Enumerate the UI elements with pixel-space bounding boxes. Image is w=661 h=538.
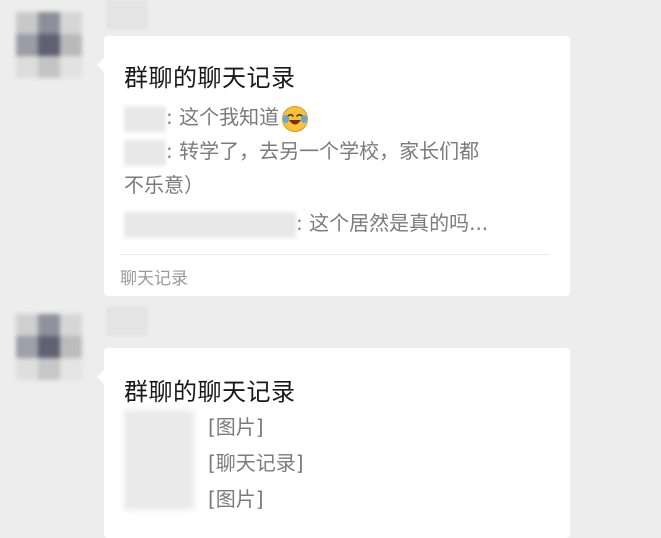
blurred-sender-name xyxy=(106,0,148,30)
blurred-avatar[interactable] xyxy=(16,314,82,380)
laughing-crying-emoji-icon xyxy=(281,105,309,133)
preview-text: [聊天记录] xyxy=(208,451,304,475)
preview-text: : 这个居然是真的吗... xyxy=(296,211,489,235)
blurred-name xyxy=(124,105,166,132)
preview-line: 不乐意） xyxy=(124,168,544,202)
preview-text: [图片] xyxy=(208,487,264,511)
preview-text: : 这个我知道 xyxy=(166,105,280,129)
preview-text: [图片] xyxy=(208,415,264,439)
blurred-names-block xyxy=(124,410,194,510)
preview-line: : 这个居然是真的吗... xyxy=(124,206,544,240)
preview-text: : 转学了，去另一个学校，家长们都 xyxy=(166,139,480,163)
chat-area: 群聊的聊天记录 : 这个我知道 : 转学了，去另一个学校，家长们都 不乐意）:… xyxy=(0,0,661,538)
blurred-sender-name xyxy=(106,306,148,336)
card-divider xyxy=(120,254,550,255)
message-row: 群聊的聊天记录 : 这个我知道 : 转学了，去另一个学校，家长们都 不乐意）:… xyxy=(0,0,661,300)
chat-record-card[interactable]: 群聊的聊天记录 [图片] [聊天记录] [图片] xyxy=(97,348,570,538)
blurred-name xyxy=(124,211,296,238)
chat-record-card[interactable]: 群聊的聊天记录 : 这个我知道 : 转学了，去另一个学校，家长们都 不乐意）:… xyxy=(97,36,570,296)
card-title: 群聊的聊天记录 xyxy=(124,378,296,406)
blurred-avatar[interactable] xyxy=(16,12,82,78)
blurred-name xyxy=(124,139,166,166)
message-row: 群聊的聊天记录 [图片] [聊天记录] [图片] xyxy=(0,302,661,538)
preview-line: : 这个我知道 xyxy=(124,100,544,134)
preview-line: : 转学了，去另一个学校，家长们都 xyxy=(124,134,544,168)
preview-line: [聊天记录] xyxy=(208,446,508,480)
preview-line: [图片] xyxy=(208,410,508,444)
preview-text: 不乐意） xyxy=(124,173,204,197)
card-footer-label: 聊天记录 xyxy=(120,269,188,289)
preview-line: [图片] xyxy=(208,482,508,516)
card-title: 群聊的聊天记录 xyxy=(124,64,296,92)
